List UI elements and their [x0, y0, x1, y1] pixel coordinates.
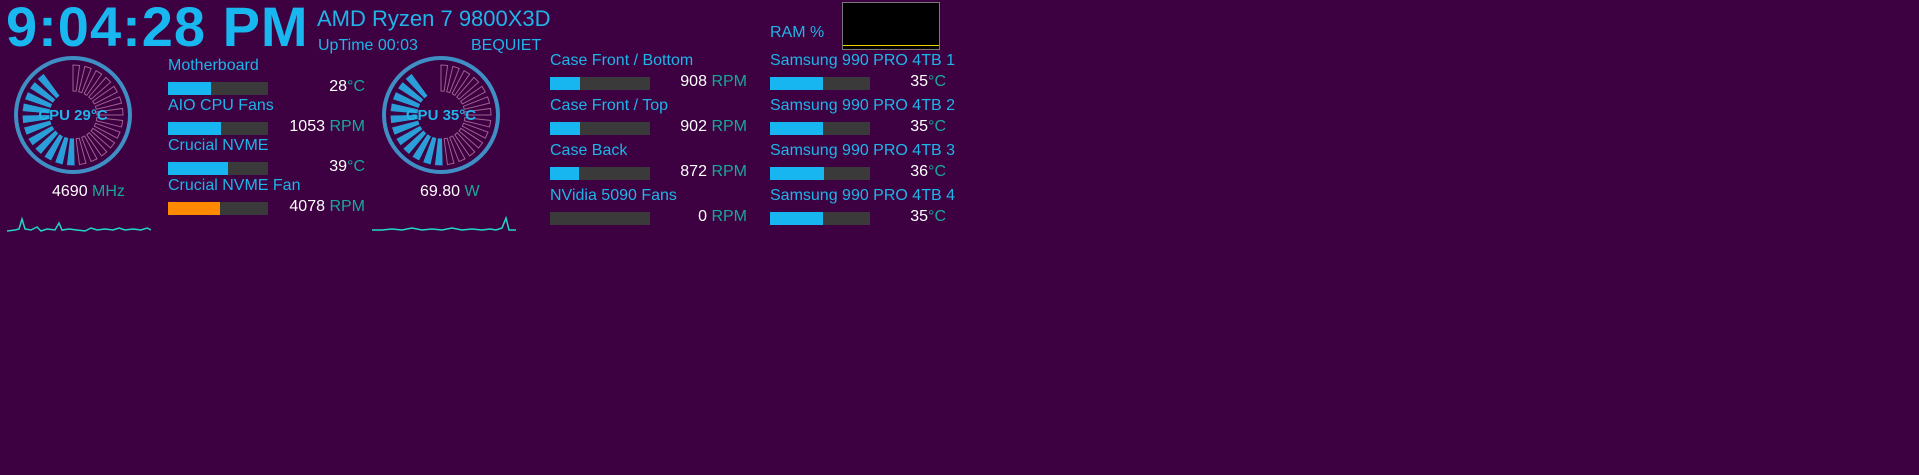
left-sensor-label: Crucial NVME Fan: [168, 177, 301, 194]
left-sensor-value: 28: [329, 78, 348, 95]
uptime: UpTime 00:03: [318, 37, 418, 54]
case-fan-label: Case Front / Bottom: [550, 52, 694, 69]
host-name: BEQUIET: [471, 37, 542, 54]
gauge-segment: [440, 64, 449, 92]
drive-bar-fill: [770, 212, 823, 225]
drive-unit: °C: [928, 163, 946, 180]
drive-unit: °C: [928, 118, 946, 135]
case-fan-reading: 902 RPM: [680, 118, 747, 136]
case-fan-bar-fill: [550, 77, 580, 90]
left-sensor-label: Motherboard: [168, 57, 259, 74]
cpu-gauge-label: CPU 29°C: [38, 107, 108, 124]
drive-unit: °C: [928, 208, 946, 225]
drive-label: Samsung 990 PRO 4TB 4: [770, 187, 955, 204]
drive-label: Samsung 990 PRO 4TB 3: [770, 142, 955, 159]
cpu-name: AMD Ryzen 7 9800X3D: [317, 6, 551, 31]
case-fan-bar: [550, 167, 650, 180]
drive-value: 35: [910, 118, 929, 135]
case-fan-unit: RPM: [711, 208, 747, 225]
case-fan-label: Case Back: [550, 142, 628, 159]
ram-graph: [842, 2, 940, 50]
left-sensor-reading: 4078 RPM: [289, 198, 365, 216]
left-sensor-value: 39: [329, 158, 348, 175]
ram-graph-line: [843, 45, 939, 46]
drive-label: Samsung 990 PRO 4TB 2: [770, 97, 955, 114]
cpu-gauge: CPU 29°C: [14, 56, 132, 174]
gpu-power-value: 69.80: [420, 183, 461, 200]
left-sensor-label: AIO CPU Fans: [168, 97, 274, 114]
left-sensor-unit: °C: [347, 158, 365, 175]
ram-label: RAM %: [770, 24, 825, 41]
drive-bar: [770, 122, 870, 135]
drive-bar: [770, 212, 870, 225]
case-fan-bar: [550, 212, 650, 225]
drive-label: Samsung 990 PRO 4TB 1: [770, 52, 955, 69]
gauge-segment: [78, 65, 92, 94]
case-fan-bar: [550, 77, 650, 90]
case-fan-reading: 908 RPM: [680, 73, 747, 91]
gpu-power-unit: W: [464, 183, 480, 200]
gauge-segment: [434, 138, 443, 166]
case-fan-unit: RPM: [711, 163, 747, 180]
left-sensor-unit: RPM: [329, 118, 365, 135]
case-fan-unit: RPM: [711, 118, 747, 135]
left-sensor-bar: [168, 202, 268, 215]
drive-value: 35: [910, 73, 929, 90]
left-sensor-bar-fill: [168, 122, 221, 135]
gpu-gauge: GPU 35°C: [382, 56, 500, 174]
case-fan-value: 902: [680, 118, 707, 135]
drive-reading: 35°C: [910, 118, 946, 136]
case-fan-bar-fill: [550, 167, 579, 180]
cpu-sparkline: [7, 216, 151, 232]
drive-bar-fill: [770, 77, 823, 90]
left-sensor-unit: RPM: [329, 198, 365, 215]
drive-value: 36: [910, 163, 929, 180]
gauge-segment: [446, 65, 460, 94]
drive-unit: °C: [928, 73, 946, 90]
case-fan-value: 0: [698, 208, 707, 225]
case-fan-bar-fill: [550, 122, 580, 135]
drive-value: 35: [910, 208, 929, 225]
drive-reading: 36°C: [910, 163, 946, 181]
drive-bar-fill: [770, 167, 824, 180]
cpu-frequency: 4690 MHz: [52, 183, 125, 201]
left-sensor-value: 4078: [289, 198, 325, 215]
drive-bar-fill: [770, 122, 823, 135]
left-sensor-bar-fill: [168, 162, 228, 175]
left-sensor-reading: 1053 RPM: [289, 118, 365, 136]
cpu-frequency-value: 4690: [52, 183, 88, 200]
clock: 9:04:28 PM: [6, 0, 309, 58]
gauge-segment: [72, 64, 81, 92]
left-sensor-value: 1053: [289, 118, 325, 135]
left-sensor-reading: 28°C: [329, 78, 365, 96]
case-fan-value: 908: [680, 73, 707, 90]
gpu-gauge-label: GPU 35°C: [406, 107, 476, 124]
gpu-sparkline: [372, 215, 516, 231]
case-fan-label: NVidia 5090 Fans: [550, 187, 677, 204]
left-sensor-reading: 39°C: [329, 158, 365, 176]
drive-bar: [770, 77, 870, 90]
left-sensor-bar: [168, 122, 268, 135]
drive-reading: 35°C: [910, 73, 946, 91]
drive-bar: [770, 167, 870, 180]
gauge-segment: [75, 137, 87, 166]
left-sensor-bar-fill: [168, 82, 211, 95]
case-fan-label: Case Front / Top: [550, 97, 668, 114]
left-sensor-unit: °C: [347, 78, 365, 95]
case-fan-reading: 0 RPM: [698, 208, 747, 226]
gpu-power: 69.80 W: [420, 183, 492, 201]
drive-reading: 35°C: [910, 208, 946, 226]
case-fan-value: 872: [680, 163, 707, 180]
case-fan-reading: 872 RPM: [680, 163, 747, 181]
left-sensor-bar: [168, 82, 268, 95]
left-sensor-label: Crucial NVME: [168, 137, 269, 154]
gauge-segment: [443, 137, 455, 166]
case-fan-unit: RPM: [711, 73, 747, 90]
gauge-segment: [66, 138, 75, 166]
cpu-frequency-unit: MHz: [92, 183, 125, 200]
left-sensor-bar: [168, 162, 268, 175]
case-fan-bar: [550, 122, 650, 135]
left-sensor-bar-fill: [168, 202, 220, 215]
